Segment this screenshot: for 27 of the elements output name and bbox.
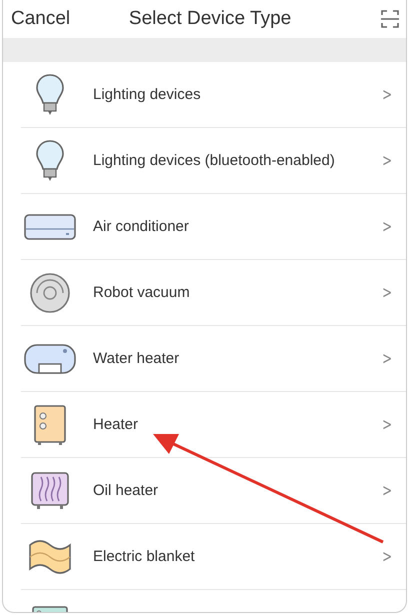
device-type-item[interactable]: Electric blanket [93,548,380,565]
device-type-item[interactable]: Robot vacuum [93,284,380,301]
light-bulb-icon [35,72,65,116]
chevron-icon: > [382,348,392,368]
chevron-icon: > [382,150,392,170]
cancel-button[interactable]: Cancel [11,8,70,30]
water-heater-icon [24,344,76,374]
chevron-icon: > [382,480,392,500]
chevron-icon: > [382,414,392,434]
device-type-item[interactable]: Lighting devices [93,86,380,103]
light-bulb-icon [35,138,65,182]
robot-vacuum-icon [29,272,71,314]
device-type-item[interactable]: Heater [93,416,380,433]
chevron-icon: > [382,84,392,104]
oil-heater-icon [30,470,70,510]
blanket-icon [28,538,72,574]
device-type-item[interactable]: Water heater [93,350,380,367]
screen-title: Select Device Type [128,8,292,30]
air-conditioner-icon [24,214,76,240]
heater-icon [33,404,67,446]
chevron-icon: > [382,546,392,566]
device-type-item[interactable]: Air conditioner [93,218,380,235]
scan-icon[interactable] [380,9,400,29]
device-type-item[interactable]: Lighting devices (bluetooth-enabled) [93,152,380,169]
chevron-icon: > [382,282,392,302]
chevron-icon: > [382,216,392,236]
device-type-item[interactable]: Oil heater [93,482,380,499]
